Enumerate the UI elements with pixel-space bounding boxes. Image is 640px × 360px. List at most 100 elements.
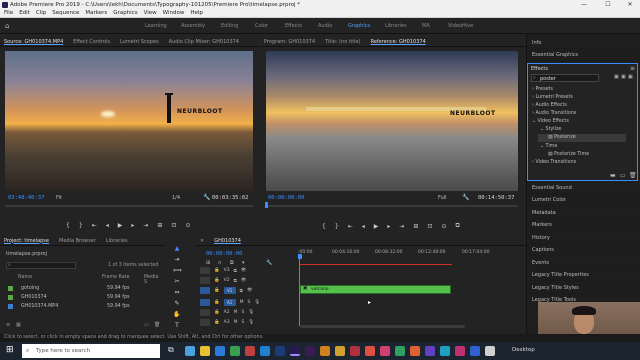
taskbar-search-input[interactable]: ⌕ Type here to search [22, 344, 160, 358]
project-item[interactable]: GH010374.MP4 59.94 fps [4, 302, 159, 311]
mute-icon[interactable]: M [234, 310, 238, 315]
panel-events[interactable]: Events [530, 257, 640, 269]
app-icon[interactable] [440, 346, 450, 356]
export-frame-icon[interactable]: ⊙ [185, 222, 190, 229]
play-icon[interactable]: ▶ [374, 223, 379, 230]
step-back-icon[interactable]: ◂ [106, 222, 109, 229]
project-search-input[interactable]: ⌕ [6, 262, 76, 269]
workspace-color[interactable]: Color [255, 23, 268, 29]
new-item-icon[interactable]: ▭ [620, 172, 626, 179]
timeline-timecode[interactable]: 00:00:00:00 [206, 251, 242, 257]
minimize-button[interactable]: — [576, 0, 592, 9]
new-item-icon[interactable]: ▭ [144, 322, 149, 328]
track-target[interactable] [200, 309, 210, 316]
after-effects-icon[interactable] [305, 346, 315, 356]
program-scrub-bar[interactable] [266, 205, 518, 207]
tab-program[interactable]: Program: GH010374 [264, 39, 315, 45]
32bit-effects-icon[interactable]: ▣ [621, 74, 626, 80]
app-icon[interactable] [380, 346, 390, 356]
list-view-icon[interactable]: ≡ [6, 322, 10, 328]
menu-graphics[interactable]: Graphics [113, 10, 137, 16]
work-area-bar[interactable] [300, 264, 452, 265]
insert-icon[interactable]: ⊞ [157, 222, 162, 229]
app-icon[interactable] [410, 346, 420, 356]
lock-icon[interactable]: 🔒 [214, 278, 220, 283]
lock-icon[interactable]: 🔒 [214, 288, 220, 293]
project-item[interactable]: GH010374 59.94 fps [4, 293, 159, 302]
razor-tool-icon[interactable]: ✂ [173, 278, 181, 286]
tab-libraries[interactable]: Libraries [106, 238, 128, 244]
workspace-ma[interactable]: MA [422, 23, 430, 29]
photoshop-icon[interactable] [275, 346, 285, 356]
mic-icon[interactable]: 🎙 [254, 300, 260, 305]
sync-lock-icon[interactable]: ⧉ [240, 288, 243, 294]
wrench-icon[interactable]: 🔧 [203, 194, 210, 201]
workspace-effects[interactable]: Effects [285, 23, 302, 29]
track-target[interactable] [200, 277, 210, 284]
menu-clip[interactable]: Clip [36, 10, 46, 16]
tree-stylize[interactable]: ⌄ Stylize [540, 127, 561, 132]
source-scrub-bar[interactable] [5, 205, 253, 207]
panel-essential-graphics[interactable]: Essential Graphics [530, 49, 640, 61]
eye-icon[interactable]: 👁 [247, 288, 253, 293]
extract-icon[interactable]: ⊡ [427, 223, 432, 230]
new-bin-icon[interactable]: ▬ [610, 172, 616, 179]
menu-sequence[interactable]: Sequence [52, 10, 79, 16]
go-to-in-icon[interactable]: ⇤ [348, 223, 353, 230]
overwrite-icon[interactable]: ⊡ [171, 222, 176, 229]
column-frame-rate[interactable]: Frame Rate [102, 275, 129, 280]
mail-icon[interactable] [185, 346, 195, 356]
tab-media-browser[interactable]: Media Browser [59, 238, 96, 244]
go-to-out-icon[interactable]: ⇥ [143, 222, 148, 229]
timeline-horizontal-scrollbar[interactable] [300, 325, 465, 328]
tab-source[interactable]: Source: GH010374.MP4 [4, 39, 63, 45]
mark-out-icon[interactable]: } [335, 223, 339, 230]
solo-icon[interactable]: S [248, 300, 251, 305]
tab-reference[interactable]: Reference: GH010374 [371, 39, 426, 45]
project-item[interactable]: gotoing 59.94 fps [4, 284, 159, 293]
panel-captions[interactable]: Captions [530, 244, 640, 256]
track-target[interactable] [200, 287, 210, 294]
tab-title[interactable]: Title: (no title) [325, 39, 360, 45]
solo-icon[interactable]: S [241, 320, 244, 325]
hand-tool-icon[interactable]: ✋ [173, 311, 181, 319]
close-icon[interactable]: ✕ [200, 238, 204, 244]
ripple-edit-tool-icon[interactable]: ⟺ [173, 267, 182, 275]
program-timecode[interactable]: 00:00:00:00 [268, 195, 304, 201]
sync-lock-icon[interactable]: ⧉ [234, 278, 237, 284]
workspace-assembly[interactable]: Assembly [181, 23, 205, 29]
file-explorer-icon[interactable] [200, 346, 210, 356]
pen-tool-icon[interactable]: ✎ [173, 300, 181, 308]
workspace-videohive[interactable]: VideoHive [448, 23, 473, 29]
step-back-icon[interactable]: ◂ [362, 223, 365, 230]
program-fit-dropdown[interactable]: Full [438, 195, 447, 201]
go-to-out-icon[interactable]: ⇥ [399, 223, 404, 230]
photos-icon[interactable] [260, 346, 270, 356]
source-fit-dropdown[interactable]: Fit [56, 195, 62, 201]
app-icon[interactable] [470, 346, 480, 356]
panel-info[interactable]: Info [530, 37, 640, 49]
export-frame-icon[interactable]: ⊙ [441, 223, 446, 230]
menu-window[interactable]: Window [163, 10, 185, 16]
tree-time[interactable]: ⌄ Time [540, 144, 557, 149]
solo-icon[interactable]: S [241, 310, 244, 315]
workspace-libraries[interactable]: Libraries [385, 23, 407, 29]
menu-help[interactable]: Help [190, 10, 203, 16]
type-tool-icon[interactable]: T [173, 322, 181, 330]
app-icon[interactable] [245, 346, 255, 356]
timeline-ruler[interactable]: :00:00 00:04:16:00 00:08:32:00 00:12:48:… [298, 250, 524, 264]
panel-metadata[interactable]: Metadata [530, 207, 640, 219]
lift-icon[interactable]: ⊞ [413, 223, 418, 230]
playhead-handle[interactable] [298, 254, 302, 259]
app-icon[interactable] [425, 346, 435, 356]
tree-video-transitions[interactable]: › Video Transitions [532, 160, 576, 165]
mark-in-icon[interactable]: { [322, 223, 326, 230]
workspace-editing[interactable]: Editing [221, 23, 238, 29]
lock-icon[interactable]: 🔒 [214, 310, 220, 315]
edge-icon[interactable] [215, 346, 225, 356]
source-timecode[interactable]: 03:48:40:37 [8, 195, 44, 201]
compare-view-icon[interactable]: ⧉ [455, 222, 459, 230]
tree-audio-transitions[interactable]: › Audio Transitions [532, 111, 576, 116]
workspace-learning[interactable]: Learning [145, 23, 167, 29]
close-button[interactable]: ✕ [622, 0, 638, 9]
